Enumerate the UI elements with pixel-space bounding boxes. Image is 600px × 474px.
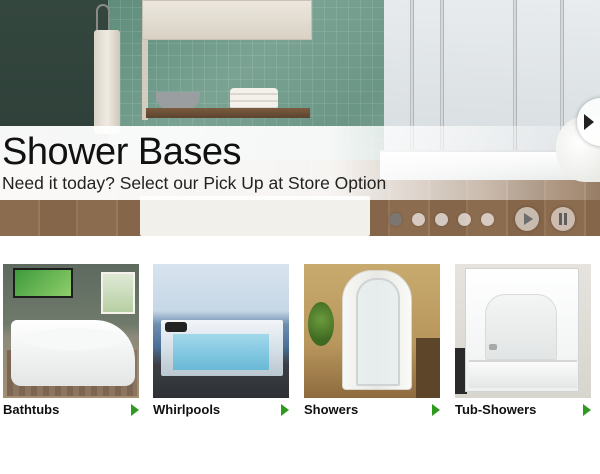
bathtub-image[interactable]: [3, 264, 139, 398]
green-chevron-right-icon[interactable]: [281, 404, 289, 416]
tub-shower-alcove: [485, 294, 557, 360]
category-tile-tub-showers[interactable]: Tub-Showers: [455, 264, 591, 424]
whirlpool-glass-panel: [173, 334, 269, 370]
green-chevron-right-icon[interactable]: [131, 404, 139, 416]
hero-title[interactable]: Shower Bases: [2, 130, 242, 174]
category-tile-whirlpools[interactable]: Whirlpools: [153, 264, 289, 424]
chevron-right-icon: [584, 114, 594, 130]
category-label[interactable]: Whirlpools: [153, 402, 220, 417]
category-label[interactable]: Tub-Showers: [455, 402, 536, 417]
folded-towels: [230, 88, 278, 110]
potted-plant: [308, 302, 334, 346]
faucet: [489, 344, 497, 350]
carousel-dot-5[interactable]: [481, 213, 494, 226]
bath-water: [23, 328, 123, 350]
category-tile-showers[interactable]: Showers: [304, 264, 440, 424]
green-chevron-right-icon[interactable]: [432, 404, 440, 416]
carousel-dot-1[interactable]: [389, 213, 402, 226]
category-label[interactable]: Bathtubs: [3, 402, 59, 417]
pause-icon: [564, 213, 567, 225]
wood-shelf: [146, 108, 310, 118]
tub-apron: [469, 360, 577, 388]
wood-stand: [416, 338, 440, 398]
shower-door: [356, 278, 400, 386]
carousel-dots: [389, 213, 494, 227]
carousel-dot-2[interactable]: [412, 213, 425, 226]
hero-banner[interactable]: Shower Bases Need it today? Select our P…: [0, 0, 600, 236]
category-tile-bathtubs[interactable]: Bathtubs: [3, 264, 139, 424]
hero-subtitle[interactable]: Need it today? Select our Pick Up at Sto…: [2, 173, 386, 193]
tub-shower-image[interactable]: [455, 264, 591, 398]
wall-tv: [13, 268, 73, 298]
carousel-pause-button[interactable]: [551, 207, 575, 231]
pause-icon: [559, 213, 562, 225]
whirlpool-image[interactable]: [153, 264, 289, 398]
category-tiles: Bathtubs Whirlpools Showers Tub-Showers: [0, 264, 600, 424]
shower-image[interactable]: [304, 264, 440, 398]
play-icon: [524, 213, 533, 225]
hanging-towel: [94, 30, 120, 134]
towel-hook: [96, 4, 110, 30]
bath-rug: [140, 196, 370, 236]
vanity-cabinet: [142, 0, 312, 40]
tub-pillow: [165, 322, 187, 332]
carousel-dot-3[interactable]: [435, 213, 448, 226]
green-chevron-right-icon[interactable]: [583, 404, 591, 416]
carousel-dot-4[interactable]: [458, 213, 471, 226]
category-label[interactable]: Showers: [304, 402, 358, 417]
window: [101, 272, 135, 314]
carousel-play-button[interactable]: [515, 207, 539, 231]
